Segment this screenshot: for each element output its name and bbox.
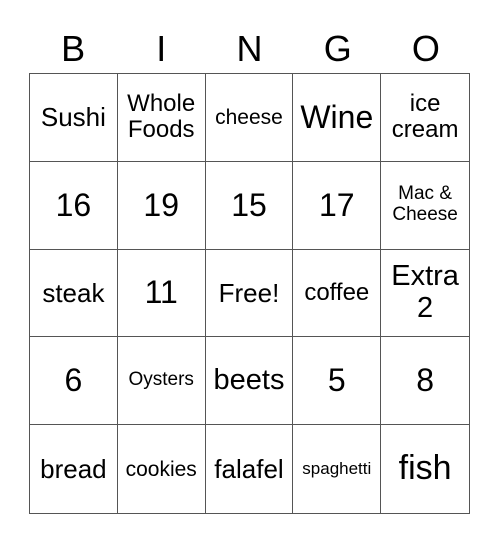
bingo-cell[interactable]: Extra 2: [381, 250, 469, 338]
bingo-cell[interactable]: Wine: [293, 74, 382, 162]
bingo-cell[interactable]: 15: [205, 161, 294, 250]
bingo-cell[interactable]: Oysters: [117, 337, 206, 426]
bingo-cell[interactable]: 16: [30, 161, 118, 250]
bingo-cell[interactable]: falafel: [206, 425, 294, 513]
bingo-cell[interactable]: 19: [117, 161, 206, 250]
header-letter-i: I: [156, 28, 167, 69]
bingo-cell[interactable]: ice cream: [381, 74, 469, 162]
header-letter-o: O: [411, 28, 440, 69]
bingo-cell[interactable]: Free!: [205, 249, 294, 338]
bingo-card-grid: Sushi Whole Foods cheese Wine ice cream 16 19 1…: [29, 73, 470, 514]
header-letter-g: G: [323, 28, 352, 69]
bingo-cell[interactable]: fish: [381, 425, 469, 513]
bingo-cell[interactable]: cookies: [118, 425, 206, 513]
header-letter-b: B: [61, 28, 86, 69]
bingo-cell[interactable]: beets: [205, 337, 294, 426]
bingo-cell[interactable]: bread: [30, 425, 118, 513]
bingo-cell[interactable]: steak: [30, 249, 118, 338]
bingo-cell[interactable]: Sushi: [30, 74, 118, 162]
bingo-cell[interactable]: 8: [381, 337, 469, 426]
bingo-cell[interactable]: 17: [293, 161, 382, 250]
bingo-cell[interactable]: coffee: [293, 249, 382, 338]
bingo-cell[interactable]: Mac & Cheese: [381, 162, 469, 250]
bingo-cell[interactable]: 6: [30, 337, 118, 426]
bingo-cell[interactable]: Whole Foods: [117, 74, 206, 162]
bingo-cell[interactable]: 11: [117, 249, 206, 338]
header-letter-n: N: [236, 28, 263, 69]
bingo-header: B I N G O: [29, 26, 470, 72]
bingo-cell[interactable]: spaghetti: [293, 425, 382, 513]
bingo-cell[interactable]: 5: [293, 337, 382, 426]
bingo-cell[interactable]: cheese: [205, 74, 294, 162]
